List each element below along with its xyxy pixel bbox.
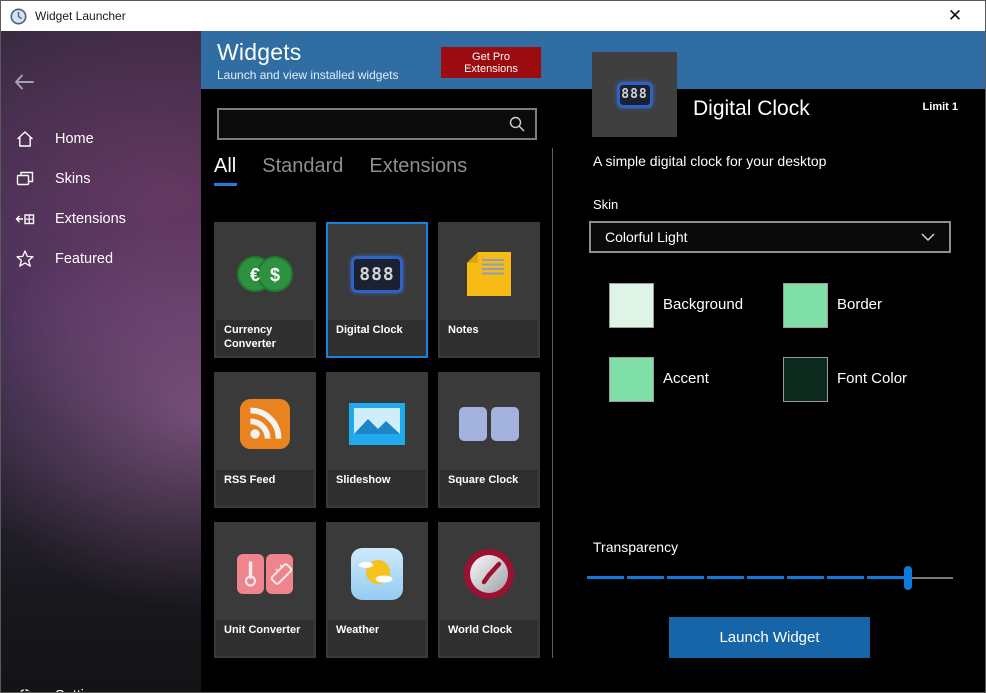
currency-converter-icon: € $ [234,254,296,294]
skin-select[interactable]: Colorful Light [589,221,951,253]
skins-icon [15,169,35,189]
widget-card-label: Slideshow [336,473,418,487]
svg-text:$: $ [270,265,280,285]
widget-card-label: Weather [336,623,418,637]
widget-card-label: Digital Clock [336,323,418,337]
title-bar: Widget Launcher ✕ [1,1,985,31]
widget-card-slideshow[interactable]: Slideshow [326,372,428,508]
back-arrow-icon[interactable] [12,71,36,93]
widget-card-label: Currency Converter [224,323,306,351]
widget-launcher-window: Widget Launcher ✕ Home Skins [0,0,986,693]
swatch-label: Font Color [837,370,907,387]
sidebar-item-featured[interactable]: Featured [1,244,201,274]
detail-description: A simple digital clock for your desktop [593,153,826,169]
widget-card-notes[interactable]: Notes [438,222,540,358]
unit-converter-icon [235,551,295,597]
detail-widget-tile: 888 [592,52,677,137]
search-icon[interactable] [508,115,526,133]
notes-icon [464,249,514,299]
widget-card-digital-clock[interactable]: 888 Digital Clock [326,222,428,358]
digital-clock-icon: 888 [617,82,653,108]
square-clock-icon [458,404,520,444]
widget-card-unit-converter[interactable]: Unit Converter [214,522,316,658]
swatch-label: Background [663,296,743,313]
widget-card-label: Notes [448,323,530,337]
border-color-swatch[interactable] [783,283,828,328]
app-clock-icon [10,8,27,25]
weather-icon [351,548,403,600]
sidebar-item-label: Skins [55,171,90,187]
limit-badge: Limit 1 [923,101,958,113]
sidebar-item-label: Extensions [55,211,126,227]
slideshow-icon [349,403,405,445]
widget-card-label: Unit Converter [224,623,306,637]
detail-title: Digital Clock [693,97,810,121]
world-clock-icon [462,547,516,601]
sidebar-item-label: Featured [55,251,113,267]
transparency-label: Transparency [593,539,678,555]
search-input[interactable] [219,110,508,138]
tab-extensions[interactable]: Extensions [369,155,467,186]
widget-card-label: RSS Feed [224,473,306,487]
background-color-swatch[interactable] [609,283,654,328]
sidebar-item-settings[interactable]: Settings [1,681,201,693]
tab-standard[interactable]: Standard [262,155,343,186]
sidebar-item-skins[interactable]: Skins [1,164,201,194]
widget-card-label: World Clock [448,623,530,637]
home-icon [15,129,35,149]
widget-card-world-clock[interactable]: World Clock [438,522,540,658]
swatch-row: Background Border [593,283,965,329]
widget-card-label: Square Clock [448,473,530,487]
window-title: Widget Launcher [35,9,126,23]
accent-color-swatch[interactable] [609,357,654,402]
sidebar-item-home[interactable]: Home [1,124,201,154]
widget-card-weather[interactable]: Weather [326,522,428,658]
gear-icon [15,686,35,693]
chevron-down-icon [921,233,935,241]
close-button[interactable]: ✕ [933,1,977,31]
font-color-swatch[interactable] [783,357,828,402]
skin-selected-value: Colorful Light [605,229,688,245]
scrollbar[interactable] [552,148,553,658]
skin-label: Skin [593,197,618,212]
sidebar-item-label: Home [55,131,94,147]
search-box [217,108,537,140]
launch-widget-button[interactable]: Launch Widget [669,617,870,658]
slider-thumb[interactable] [904,566,912,590]
page-subtitle: Launch and view installed widgets [217,68,398,82]
tab-all[interactable]: All [214,155,236,186]
get-pro-extensions-button[interactable]: Get Pro Extensions [441,47,541,78]
slider-track-remainder[interactable] [908,577,953,579]
swatch-label: Border [837,296,882,313]
digital-clock-icon: 888 [351,256,403,293]
page-title: Widgets [217,39,301,66]
sidebar: Home Skins Extensions Featured [1,31,201,693]
widget-grid: € $ Currency Converter 888 Digital Clock [214,222,544,658]
svg-text:€: € [250,265,260,285]
widget-card-square-clock[interactable]: Square Clock [438,372,540,508]
sidebar-item-extensions[interactable]: Extensions [1,204,201,234]
sidebar-item-label: Settings [55,688,107,693]
star-icon [15,249,35,269]
transparency-slider[interactable] [587,565,953,591]
swatch-row: Accent Font Color [593,357,965,403]
slider-track-filled[interactable] [587,576,908,579]
widget-card-rss-feed[interactable]: RSS Feed [214,372,316,508]
extensions-icon [15,209,35,229]
rss-feed-icon [240,399,290,449]
swatch-label: Accent [663,370,709,387]
tab-bar: All Standard Extensions [214,155,467,186]
widget-card-currency-converter[interactable]: € $ Currency Converter [214,222,316,358]
